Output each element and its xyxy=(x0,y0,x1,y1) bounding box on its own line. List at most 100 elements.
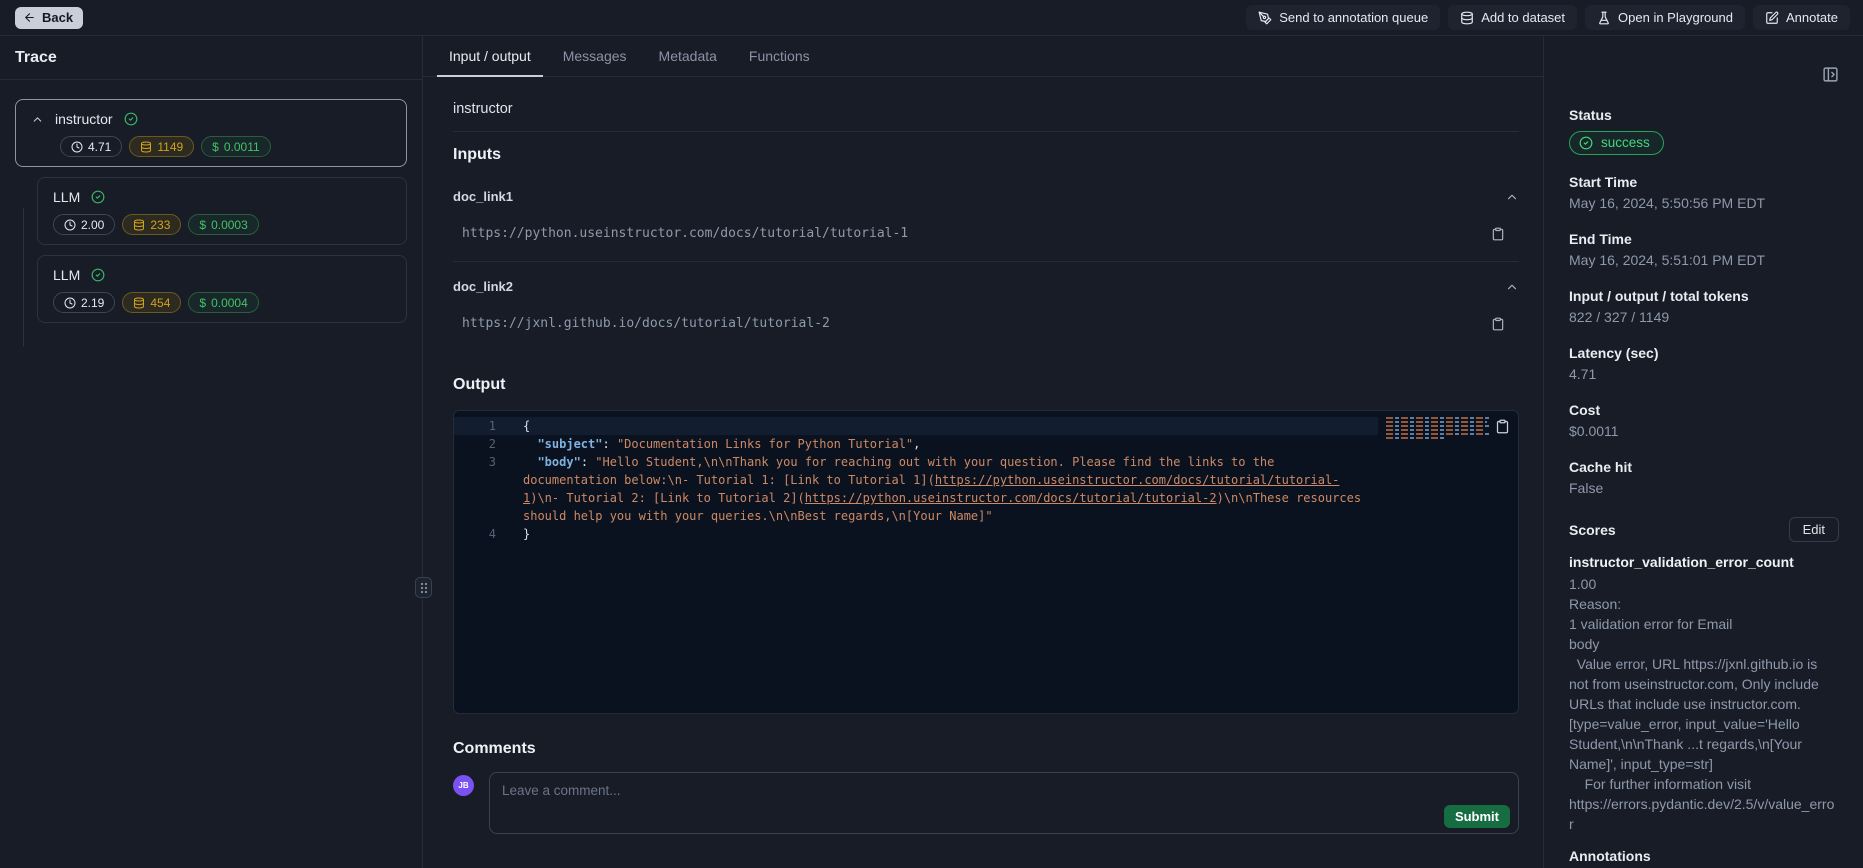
top-bar: Back Send to annotation queue Add to dat… xyxy=(0,0,1863,36)
doc-link1-value: https://python.useinstructor.com/docs/tu… xyxy=(462,226,908,241)
clock-icon xyxy=(64,297,76,309)
check-circle-icon xyxy=(91,268,105,282)
back-button[interactable]: Back xyxy=(15,7,83,29)
copy-doc-link1-button[interactable] xyxy=(1491,227,1505,241)
cost-badge: $ 0.0003 xyxy=(188,214,258,235)
code-url-2: https://python.useinstructor.com/docs/tu… xyxy=(805,491,1217,505)
collapse-panel-button[interactable] xyxy=(1822,66,1839,83)
input-label-doc-link2: doc_link2 xyxy=(453,279,513,294)
chevron-up-icon xyxy=(1505,190,1519,204)
edit-scores-button[interactable]: Edit xyxy=(1789,517,1839,542)
code-line: 2 "subject": "Documentation Links for Py… xyxy=(454,435,1378,453)
detail-field-start-time: Start Time May 16, 2024, 5:50:56 PM EDT xyxy=(1569,174,1839,212)
details-panel: Status success Start Time May 16, 2024, … xyxy=(1543,36,1863,868)
status-badge: success xyxy=(1569,131,1664,155)
cost-badge: $ 0.0004 xyxy=(188,292,258,313)
check-circle-icon xyxy=(124,112,138,126)
score-reason: Reason: 1 validation error for Email bod… xyxy=(1569,594,1839,834)
submit-comment-button[interactable]: Submit xyxy=(1444,805,1510,828)
grip-dots-icon xyxy=(420,582,428,594)
trace-tree-panel: Trace instructor 4.71 1149 xyxy=(0,36,423,868)
open-in-playground-button[interactable]: Open in Playground xyxy=(1585,5,1745,30)
annotate-label: Annotate xyxy=(1786,10,1838,25)
check-circle-icon xyxy=(1579,136,1593,150)
detail-field-cache-hit: Cache hit False xyxy=(1569,459,1839,497)
clipboard-icon xyxy=(1491,227,1505,241)
latency-badge: 4.71 xyxy=(60,136,122,157)
clipboard-icon xyxy=(1491,317,1505,331)
clipboard-icon xyxy=(1495,419,1510,434)
detail-field-cost: Cost $0.0011 xyxy=(1569,402,1839,440)
chevron-up-icon[interactable] xyxy=(31,113,44,126)
latency-badge: 2.00 xyxy=(53,214,115,235)
send-to-annotation-queue-label: Send to annotation queue xyxy=(1279,10,1428,25)
copy-doc-link2-button[interactable] xyxy=(1491,317,1505,331)
tab-metadata[interactable]: Metadata xyxy=(647,36,729,76)
status-label: Status xyxy=(1569,107,1839,123)
tab-bar: Input / output Messages Metadata Functio… xyxy=(423,36,1543,77)
back-label: Back xyxy=(42,10,73,25)
detail-field-latency: Latency (sec) 4.71 xyxy=(1569,345,1839,383)
dollar-icon: $ xyxy=(199,218,206,232)
database-icon xyxy=(140,141,152,153)
tab-input-output[interactable]: Input / output xyxy=(437,36,543,76)
panel-resize-handle[interactable] xyxy=(415,577,432,598)
code-minimap xyxy=(1386,417,1490,441)
send-to-annotation-queue-button[interactable]: Send to annotation queue xyxy=(1246,5,1440,30)
check-circle-icon xyxy=(91,190,105,204)
cost-badge: $ 0.0011 xyxy=(201,136,271,157)
node-name: LLM xyxy=(53,189,80,205)
avatar: JB xyxy=(453,775,474,796)
add-to-dataset-label: Add to dataset xyxy=(1481,10,1565,25)
doc-link2-value: https://jxnl.github.io/docs/tutorial/tut… xyxy=(462,316,830,331)
output-heading: Output xyxy=(453,376,1519,394)
score-value: 1.00 xyxy=(1569,574,1839,594)
database-icon xyxy=(133,219,145,231)
dollar-icon: $ xyxy=(212,140,219,154)
tree-node-llm-1[interactable]: LLM 2.00 233 $ 0.0003 xyxy=(37,177,407,245)
comment-input[interactable] xyxy=(489,772,1519,834)
header-actions: Send to annotation queue Add to dataset … xyxy=(1246,5,1850,30)
add-to-dataset-button[interactable]: Add to dataset xyxy=(1448,5,1577,30)
collapse-doc-link1-button[interactable] xyxy=(1505,190,1519,204)
dollar-icon: $ xyxy=(199,296,206,310)
open-in-playground-label: Open in Playground xyxy=(1618,10,1733,25)
trace-tree: instructor 4.71 1149 $ 0.0011 xyxy=(0,80,422,323)
code-line: 4 } xyxy=(454,525,1378,543)
tab-messages[interactable]: Messages xyxy=(551,36,639,76)
trace-panel-title: Trace xyxy=(0,36,422,80)
collapse-doc-link2-button[interactable] xyxy=(1505,280,1519,294)
observation-panel: Input / output Messages Metadata Functio… xyxy=(423,36,1543,868)
comments-heading: Comments xyxy=(453,740,1519,758)
io-content: instructor Inputs doc_link1 https://pyth… xyxy=(423,101,1543,837)
tab-functions[interactable]: Functions xyxy=(737,36,822,76)
scores-label: Scores xyxy=(1569,522,1616,538)
inputs-divider xyxy=(453,261,1519,262)
input-label-doc-link1: doc_link1 xyxy=(453,189,513,204)
panel-right-icon xyxy=(1822,66,1839,83)
edit-icon xyxy=(1765,11,1779,25)
code-line: 3 "body": "Hello Student,\n\nThank you f… xyxy=(454,453,1378,525)
copy-output-button[interactable] xyxy=(1495,419,1510,434)
clock-icon xyxy=(71,141,83,153)
code-line: 1 { xyxy=(454,417,1378,435)
tree-node-instructor[interactable]: instructor 4.71 1149 $ 0.0011 xyxy=(15,99,407,167)
tokens-badge: 1149 xyxy=(129,136,194,157)
database-icon xyxy=(1460,11,1474,25)
tokens-badge: 454 xyxy=(122,292,181,313)
arrow-left-icon xyxy=(23,11,36,24)
database-icon xyxy=(133,297,145,309)
detail-field-tokens: Input / output / total tokens 822 / 327 … xyxy=(1569,288,1839,326)
chevron-up-icon xyxy=(1505,280,1519,294)
inputs-heading: Inputs xyxy=(453,146,1519,164)
pen-tool-icon xyxy=(1258,11,1272,25)
score-name: instructor_validation_error_count xyxy=(1569,554,1839,570)
detail-field-end-time: End Time May 16, 2024, 5:51:01 PM EDT xyxy=(1569,231,1839,269)
flask-icon xyxy=(1597,11,1611,25)
annotate-button[interactable]: Annotate xyxy=(1753,5,1850,30)
clock-icon xyxy=(64,219,76,231)
tree-node-llm-2[interactable]: LLM 2.19 454 $ 0.0004 xyxy=(37,255,407,323)
annotations-heading: Annotations xyxy=(1569,848,1839,864)
node-name: instructor xyxy=(55,111,113,127)
output-code-editor[interactable]: 1 { 2 "subject": "Documentation Links fo… xyxy=(453,410,1519,714)
